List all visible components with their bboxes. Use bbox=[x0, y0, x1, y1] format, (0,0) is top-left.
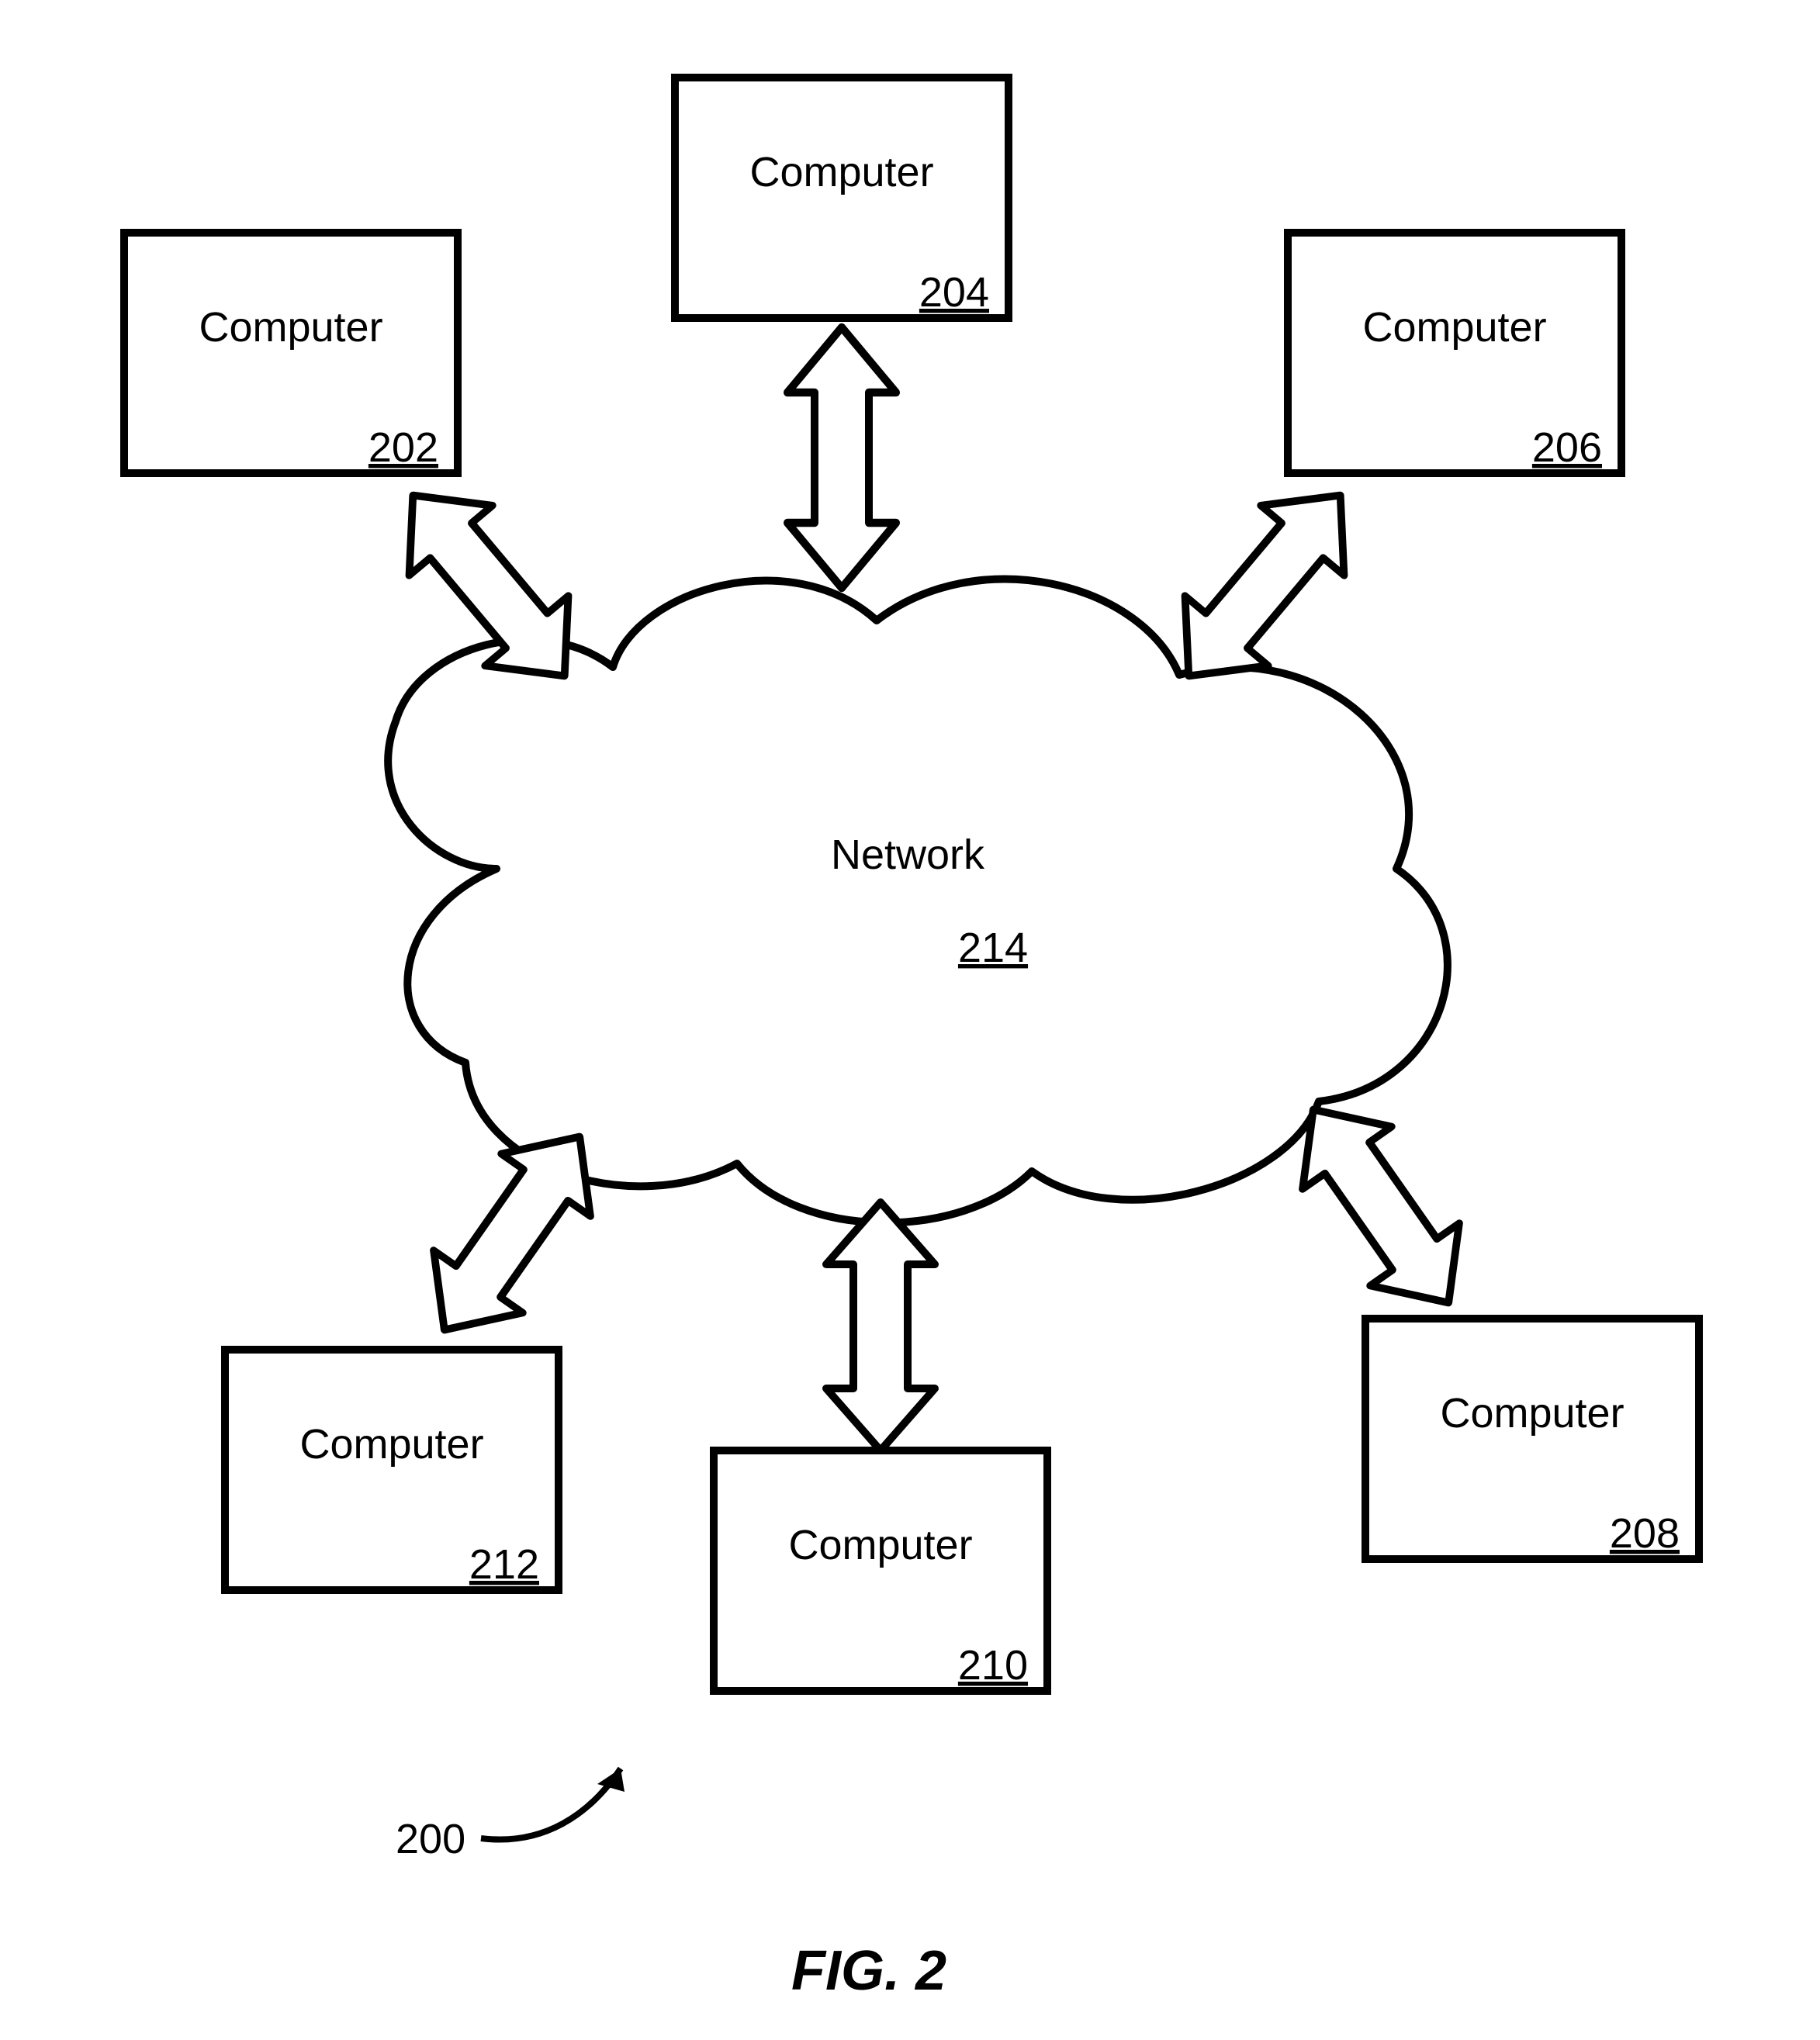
arrow-210 bbox=[826, 1202, 935, 1450]
computer-208: Computer 208 bbox=[1365, 1319, 1699, 1559]
computer-202-ref: 202 bbox=[368, 424, 438, 471]
computer-210-ref: 210 bbox=[958, 1642, 1028, 1689]
computer-206: Computer 206 bbox=[1288, 233, 1621, 473]
computer-202-label: Computer bbox=[199, 304, 382, 351]
network-ref: 214 bbox=[958, 925, 1028, 971]
computer-210-label: Computer bbox=[788, 1522, 972, 1568]
figure-caption: FIG. 2 bbox=[791, 1939, 946, 2003]
overall-ref: 200 bbox=[396, 1815, 465, 1863]
diagram-svg: Network 214 Computer 204 Computer 202 Co… bbox=[0, 0, 1820, 2040]
computer-212-label: Computer bbox=[299, 1421, 483, 1468]
diagram-stage: Network 214 Computer 204 Computer 202 Co… bbox=[0, 0, 1820, 2040]
computer-206-label: Computer bbox=[1362, 304, 1546, 351]
computer-208-ref: 208 bbox=[1610, 1510, 1680, 1557]
network-label: Network bbox=[831, 832, 985, 878]
computer-212-ref: 212 bbox=[469, 1541, 539, 1588]
computer-212: Computer 212 bbox=[225, 1350, 559, 1590]
computer-204-label: Computer bbox=[749, 149, 933, 195]
computer-204-ref: 204 bbox=[919, 269, 989, 316]
computer-210: Computer 210 bbox=[714, 1450, 1047, 1691]
ref-200-leader bbox=[481, 1769, 625, 1840]
computer-204: Computer 204 bbox=[675, 78, 1009, 318]
computer-206-ref: 206 bbox=[1532, 424, 1602, 471]
arrow-204 bbox=[787, 327, 896, 588]
computer-202: Computer 202 bbox=[124, 233, 458, 473]
computer-208-label: Computer bbox=[1440, 1390, 1624, 1437]
